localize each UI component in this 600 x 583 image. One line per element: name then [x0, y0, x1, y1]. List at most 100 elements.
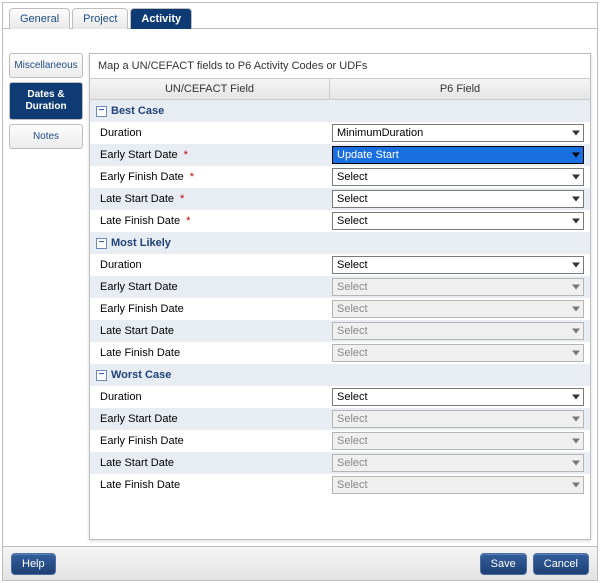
table-row: Early Start Date Select — [90, 408, 590, 430]
chevron-down-icon — [572, 219, 580, 224]
table-row: Late Finish Date Select — [90, 342, 590, 364]
cancel-button[interactable]: Cancel — [533, 553, 589, 575]
select-value: Select — [337, 391, 368, 403]
select-field-disabled: Select — [332, 454, 584, 472]
top-tab-bar: General Project Activity — [3, 3, 597, 29]
select-value: Select — [337, 259, 368, 271]
field-label: Late Start Date — [100, 457, 174, 469]
table-row: Early Finish Date Select — [90, 298, 590, 320]
table-row: Early Start Date * Update Start — [90, 144, 590, 166]
select-field[interactable]: Select — [332, 168, 584, 186]
field-label: Early Start Date — [100, 149, 178, 161]
chevron-down-icon — [572, 175, 580, 180]
select-value: Select — [337, 303, 368, 315]
chevron-down-icon — [572, 307, 580, 312]
help-button[interactable]: Help — [11, 553, 56, 575]
field-label: Duration — [100, 127, 142, 139]
select-value: Select — [337, 171, 368, 183]
select-value: Select — [337, 457, 368, 469]
table-row: Late Start Date Select — [90, 452, 590, 474]
side-tab-dates-duration[interactable]: Dates & Duration — [9, 82, 83, 120]
side-tab-miscellaneous[interactable]: Miscellaneous — [9, 53, 83, 78]
side-tab-notes[interactable]: Notes — [9, 124, 83, 149]
select-field[interactable]: Select — [332, 212, 584, 230]
save-button[interactable]: Save — [480, 553, 527, 575]
side-tab-label-line1: Dates & — [27, 89, 64, 100]
required-marker: * — [186, 215, 190, 227]
select-value: Select — [337, 325, 368, 337]
panel-title: Map a UN/CEFACT fields to P6 Activity Co… — [90, 54, 590, 78]
select-field[interactable]: Select — [332, 190, 584, 208]
chevron-down-icon — [572, 439, 580, 444]
tab-project[interactable]: Project — [72, 8, 128, 29]
header-uncefact-field: UN/CEFACT Field — [90, 79, 330, 99]
table-row: Early Start Date Select — [90, 276, 590, 298]
chevron-down-icon — [572, 417, 580, 422]
table-row: Early Finish Date Select — [90, 430, 590, 452]
chevron-down-icon — [572, 461, 580, 466]
required-marker: * — [190, 171, 194, 183]
table-row: Late Start Date * Select — [90, 188, 590, 210]
field-label: Early Finish Date — [100, 171, 184, 183]
collapse-icon[interactable]: − — [96, 106, 107, 117]
mapping-panel: Map a UN/CEFACT fields to P6 Activity Co… — [89, 53, 591, 540]
select-value: Update Start — [337, 149, 399, 161]
chevron-down-icon — [572, 131, 580, 136]
table-row: Late Finish Date * Select — [90, 210, 590, 232]
field-label: Late Finish Date — [100, 347, 180, 359]
table-row: Duration Select — [90, 254, 590, 276]
grid-body: − Best Case Duration MinimumDuration — [90, 100, 590, 539]
table-row: Late Start Date Select — [90, 320, 590, 342]
chevron-down-icon — [572, 285, 580, 290]
side-tab-bar: Miscellaneous Dates & Duration Notes — [9, 53, 83, 540]
table-row: Duration Select — [90, 386, 590, 408]
select-value: Select — [337, 281, 368, 293]
required-marker: * — [184, 149, 188, 161]
chevron-down-icon — [572, 329, 580, 334]
select-minimum-duration[interactable]: MinimumDuration — [332, 124, 584, 142]
select-value: Select — [337, 347, 368, 359]
field-label: Late Finish Date — [100, 215, 180, 227]
select-field-disabled: Select — [332, 300, 584, 318]
group-label: Worst Case — [111, 369, 171, 381]
select-field-disabled: Select — [332, 278, 584, 296]
select-value: Select — [337, 193, 368, 205]
select-field[interactable]: Select — [332, 388, 584, 406]
select-field-disabled: Select — [332, 432, 584, 450]
field-label: Early Finish Date — [100, 435, 184, 447]
field-label: Early Finish Date — [100, 303, 184, 315]
select-value: Select — [337, 215, 368, 227]
group-label: Best Case — [111, 105, 164, 117]
select-value: Select — [337, 479, 368, 491]
chevron-down-icon — [572, 263, 580, 268]
select-value: Select — [337, 413, 368, 425]
tab-general[interactable]: General — [9, 8, 70, 29]
chevron-down-icon — [572, 351, 580, 356]
chevron-down-icon — [572, 395, 580, 400]
group-most-likely: − Most Likely — [90, 232, 590, 254]
chevron-down-icon — [572, 197, 580, 202]
select-field-disabled: Select — [332, 344, 584, 362]
header-p6-field: P6 Field — [330, 79, 590, 99]
table-row: Early Finish Date * Select — [90, 166, 590, 188]
group-best-case: − Best Case — [90, 100, 590, 122]
group-worst-case: − Worst Case — [90, 364, 590, 386]
select-field-disabled: Select — [332, 322, 584, 340]
table-row: Late Finish Date Select — [90, 474, 590, 496]
select-field-disabled: Select — [332, 410, 584, 428]
select-field[interactable]: Select — [332, 256, 584, 274]
collapse-icon[interactable]: − — [96, 370, 107, 381]
grid-header: UN/CEFACT Field P6 Field — [90, 78, 590, 100]
chevron-down-icon — [572, 483, 580, 488]
select-update-start[interactable]: Update Start — [332, 146, 584, 164]
select-value: Select — [337, 435, 368, 447]
field-label: Late Finish Date — [100, 479, 180, 491]
footer-bar: Help Save Cancel — [3, 546, 597, 580]
side-tab-label-line2: Duration — [25, 101, 66, 112]
select-field-disabled: Select — [332, 476, 584, 494]
tab-activity[interactable]: Activity — [130, 8, 192, 29]
field-label: Duration — [100, 259, 142, 271]
collapse-icon[interactable]: − — [96, 238, 107, 249]
field-label: Early Start Date — [100, 281, 178, 293]
table-row: Duration MinimumDuration — [90, 122, 590, 144]
